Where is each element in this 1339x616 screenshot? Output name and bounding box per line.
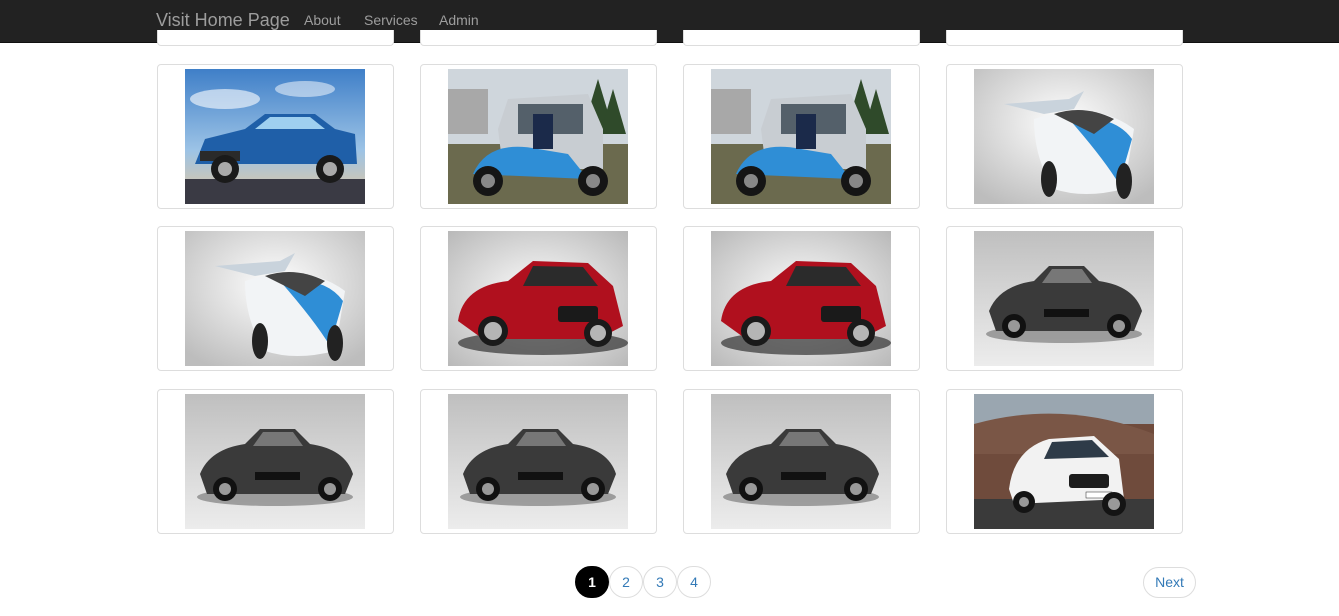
gallery-card[interactable]	[420, 226, 657, 371]
gallery-card-partial[interactable]	[946, 30, 1183, 46]
red-jaguar-image[interactable]	[711, 231, 891, 366]
gallery-card[interactable]	[157, 226, 394, 371]
gallery-card-partial[interactable]	[420, 30, 657, 46]
nav-link-admin[interactable]: Admin	[439, 11, 479, 29]
dark-supercar-image[interactable]	[711, 394, 891, 529]
page-1-button[interactable]: 1	[575, 566, 609, 598]
blue-trike-smart-image[interactable]	[448, 69, 628, 204]
dark-supercar-image[interactable]	[448, 394, 628, 529]
gallery-card-partial[interactable]	[683, 30, 920, 46]
white-ford-fiesta-image[interactable]	[974, 394, 1154, 529]
brand-link[interactable]: Visit Home Page	[156, 10, 290, 30]
gallery-card[interactable]	[946, 64, 1183, 209]
gallery-card[interactable]	[683, 226, 920, 371]
page-3-button[interactable]: 3	[643, 566, 677, 598]
gallery-card[interactable]	[157, 389, 394, 534]
white-blue-flying-car-image[interactable]	[185, 231, 365, 366]
gallery-card[interactable]	[683, 389, 920, 534]
white-blue-flying-car-image[interactable]	[974, 69, 1154, 204]
page-2-button[interactable]: 2	[609, 566, 643, 598]
gallery-card[interactable]	[420, 64, 657, 209]
gallery-card[interactable]	[157, 64, 394, 209]
nav-link-services[interactable]: Services	[364, 11, 418, 29]
gallery-card[interactable]	[946, 389, 1183, 534]
dark-supercar-image[interactable]	[974, 231, 1154, 366]
blue-muscle-car-image[interactable]	[185, 69, 365, 204]
page-4-button[interactable]: 4	[677, 566, 711, 598]
gallery-card[interactable]	[683, 64, 920, 209]
next-page-button[interactable]: Next	[1143, 567, 1196, 598]
red-jaguar-image[interactable]	[448, 231, 628, 366]
dark-supercar-image[interactable]	[185, 394, 365, 529]
gallery-card[interactable]	[420, 389, 657, 534]
gallery-card[interactable]	[946, 226, 1183, 371]
gallery-card-partial[interactable]	[157, 30, 394, 46]
nav-link-about[interactable]: About	[304, 11, 341, 29]
blue-trike-smart-image[interactable]	[711, 69, 891, 204]
